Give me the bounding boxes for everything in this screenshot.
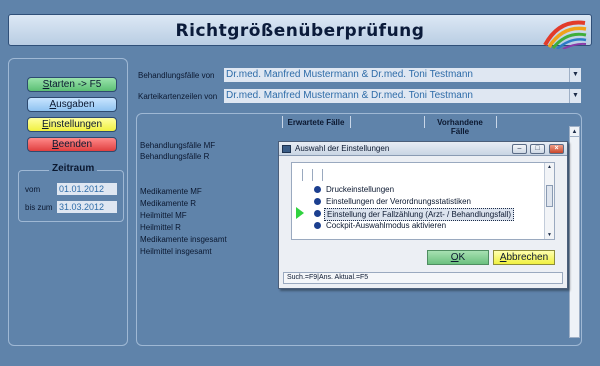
minimize-icon[interactable]: – <box>512 144 527 154</box>
row-label: Behandlungsfälle R <box>140 152 210 161</box>
card-lines-from-select[interactable]: Dr.med. Manfred Mustermann & Dr.med. Ton… <box>224 89 581 103</box>
row-label: Medikamente MF <box>140 187 202 196</box>
date-range-legend: Zeitraum <box>49 163 98 174</box>
ok-button[interactable]: OK <box>427 250 489 265</box>
settings-list[interactable]: Druckeinstellungen Einstellungen der Ver… <box>291 162 555 240</box>
bullet-icon <box>314 198 321 205</box>
list-divider <box>302 169 303 181</box>
column-divider <box>424 116 425 128</box>
settings-dialog: Auswahl der Einstellungen – □ × Druckein… <box>278 141 568 289</box>
list-item-selected[interactable]: Einstellung der Fallzählung (Arzt- / Beh… <box>292 208 544 221</box>
chevron-down-icon[interactable]: ▼ <box>569 89 581 103</box>
list-divider <box>322 169 323 181</box>
from-date-field[interactable]: 01.01.2012 <box>57 183 117 195</box>
bullet-icon <box>314 222 321 229</box>
maximize-icon[interactable]: □ <box>530 144 545 154</box>
list-item[interactable]: Einstellungen der Verordnungsstatistiken <box>292 196 544 207</box>
dialog-title: Auswahl der Einstellungen <box>295 144 390 153</box>
card-lines-from-value: Dr.med. Manfred Mustermann & Dr.med. Ton… <box>226 90 473 101</box>
title-bar: Richtgrößenüberprüfung <box>8 14 592 49</box>
dialog-status-bar: Such.=F9|Ans. Aktual.=F5 <box>283 272 563 284</box>
quit-button[interactable]: Beenden <box>27 137 117 152</box>
row-label: Heilmittel insgesamt <box>140 247 212 256</box>
list-scrollbar[interactable]: ▲ ▼ <box>544 163 554 239</box>
output-button[interactable]: Ausgaben <box>27 97 117 112</box>
dialog-title-bar: Auswahl der Einstellungen – □ × <box>279 142 567 156</box>
row-label: Heilmittel MF <box>140 211 187 220</box>
cases-from-value: Dr.med. Manfred Mustermann & Dr.med. Ton… <box>226 69 473 80</box>
list-item[interactable]: Druckeinstellungen <box>292 184 544 195</box>
row-label: Medikamente insgesamt <box>140 235 227 244</box>
cancel-button[interactable]: Abbrechen <box>493 250 555 265</box>
column-divider <box>282 116 283 128</box>
app-logo-icon <box>543 20 587 49</box>
list-item[interactable]: Cockpit-Auswahlmodus aktivieren <box>292 220 544 231</box>
to-date-label: bis zum <box>25 203 53 212</box>
close-icon[interactable]: × <box>549 144 564 154</box>
row-label: Heilmittel R <box>140 223 181 232</box>
scroll-up-icon[interactable]: ▲ <box>545 163 554 171</box>
window-title: Richtgrößenüberprüfung <box>175 21 425 41</box>
list-divider <box>312 169 313 181</box>
bullet-icon <box>314 210 321 217</box>
expected-cases-header: Erwartete Fälle <box>287 118 345 127</box>
row-label: Medikamente R <box>140 199 197 208</box>
column-divider <box>350 116 351 128</box>
scroll-thumb[interactable] <box>546 185 553 207</box>
settings-button[interactable]: Einstellungen <box>27 117 117 132</box>
row-label: Behandlungsfälle MF <box>140 141 216 150</box>
cases-from-select[interactable]: Dr.med. Manfred Mustermann & Dr.med. Ton… <box>224 68 581 82</box>
date-range-group: Zeitraum vom 01.01.2012 bis zum 31.03.20… <box>18 163 124 222</box>
results-scrollbar[interactable]: ▲ <box>569 126 580 338</box>
card-lines-from-label: Karteikartenzeilen von <box>138 92 218 101</box>
start-button[interactable]: Starten -> F5 <box>27 77 117 92</box>
cases-from-label: Behandlungsfälle von <box>138 71 215 80</box>
scroll-down-icon[interactable]: ▼ <box>545 231 554 239</box>
window-icon <box>282 145 291 153</box>
existing-cases-header-line1: Vorhandene <box>437 118 483 127</box>
scroll-up-icon[interactable]: ▲ <box>570 127 579 137</box>
from-date-label: vom <box>25 185 41 194</box>
selection-arrow-icon <box>296 207 304 219</box>
column-divider <box>496 116 497 128</box>
to-date-field[interactable]: 31.03.2012 <box>57 201 117 213</box>
chevron-down-icon[interactable]: ▼ <box>569 68 581 82</box>
existing-cases-header-line2: Fälle <box>450 127 470 136</box>
bullet-icon <box>314 186 321 193</box>
